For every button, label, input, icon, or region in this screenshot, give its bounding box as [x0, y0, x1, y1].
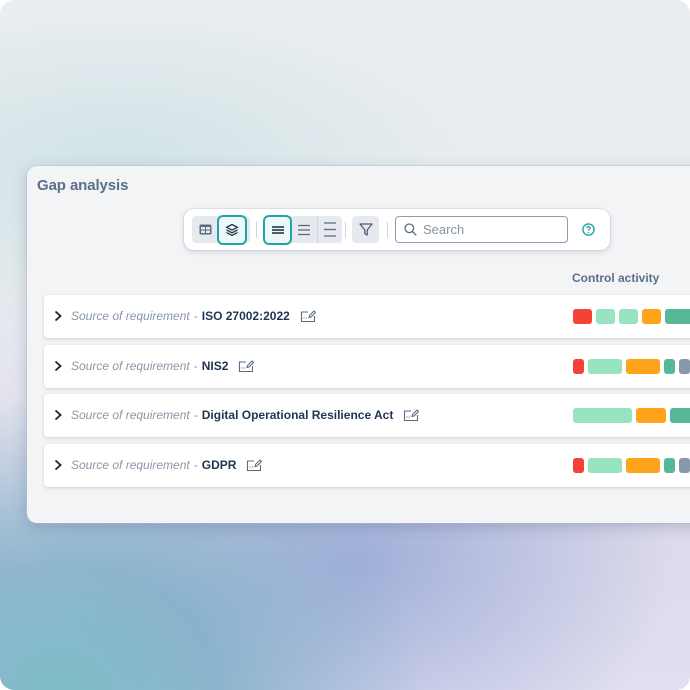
toolbar-divider	[345, 222, 346, 238]
edit-icon[interactable]	[246, 458, 263, 472]
status-segment-grey[interactable]	[679, 458, 690, 473]
status-segment-light-green[interactable]	[588, 359, 622, 374]
chevron-right-icon[interactable]	[53, 360, 63, 372]
chevron-right-icon[interactable]	[53, 409, 63, 421]
status-segment-light-green[interactable]	[573, 408, 632, 423]
gap-analysis-panel: Gap analysis Search Control activity Sou…	[27, 166, 690, 523]
table-icon	[199, 224, 211, 235]
edit-icon[interactable]	[403, 408, 420, 422]
search-icon	[404, 223, 417, 236]
control-activity-bar	[573, 309, 690, 324]
requirement-row[interactable]: Source of requirement - GDPR	[44, 444, 690, 487]
status-segment-orange[interactable]	[626, 359, 660, 374]
requirement-name: GDPR	[201, 458, 237, 472]
layers-view-button[interactable]	[217, 214, 247, 245]
requirement-separator: -	[193, 458, 198, 472]
status-segment-light-green[interactable]	[619, 309, 638, 324]
density-standard-button[interactable]	[291, 216, 316, 243]
status-segment-green[interactable]	[670, 408, 690, 423]
panel-title: Gap analysis	[37, 177, 129, 194]
status-segment-light-green[interactable]	[596, 309, 615, 324]
control-activity-bar	[573, 408, 690, 423]
column-header-control-activity: Control activity	[572, 271, 660, 285]
status-segment-orange[interactable]	[626, 458, 660, 473]
table-view-button[interactable]	[192, 216, 218, 243]
requirement-label: Source of requirement - ISO 27002:2022	[71, 309, 316, 323]
requirement-prefix: Source of requirement	[71, 309, 190, 323]
status-segment-red[interactable]	[573, 309, 592, 324]
status-segment-orange[interactable]	[642, 309, 661, 324]
requirement-name: NIS2	[201, 359, 229, 373]
toolbar	[184, 209, 610, 250]
filter-icon	[358, 223, 373, 236]
chevron-right-icon[interactable]	[53, 459, 63, 471]
chevron-right-icon[interactable]	[53, 310, 63, 322]
status-segment-green[interactable]	[665, 309, 690, 324]
filter-button-inner[interactable]	[352, 216, 379, 243]
status-segment-green[interactable]	[664, 458, 675, 473]
requirement-prefix: Source of requirement	[71, 458, 190, 472]
toolbar-divider	[387, 222, 388, 238]
requirement-label: Source of requirement - GDPR	[71, 458, 263, 472]
status-segment-red[interactable]	[573, 359, 584, 374]
status-segment-red[interactable]	[573, 458, 584, 473]
edit-icon[interactable]	[300, 309, 316, 323]
requirement-separator: -	[193, 408, 198, 422]
density-comfortable-icon	[323, 222, 336, 237]
control-activity-bar	[573, 359, 690, 374]
control-activity-bar	[573, 458, 690, 473]
density-compact-icon	[271, 225, 284, 234]
requirement-row[interactable]: Source of requirement - Digital Operationa…	[44, 394, 690, 437]
background: Gap analysis Search Control activity Sou…	[0, 0, 690, 690]
requirement-label: Source of requirement - Digital Operationa…	[71, 408, 420, 422]
density-standard-icon	[297, 224, 310, 235]
requirement-row[interactable]: Source of requirement - NIS2	[44, 345, 690, 388]
requirement-prefix: Source of requirement	[71, 408, 190, 422]
requirement-prefix: Source of requirement	[71, 359, 190, 373]
search-input[interactable]	[423, 222, 563, 237]
requirement-row[interactable]: Source of requirement - ISO 27002:2022	[44, 295, 690, 338]
status-segment-orange[interactable]	[636, 408, 666, 423]
toolbar-divider	[256, 222, 257, 238]
filter-button[interactable]	[352, 216, 379, 243]
search-field[interactable]	[395, 216, 568, 243]
status-segment-grey[interactable]	[679, 359, 690, 374]
status-segment-green[interactable]	[664, 359, 675, 374]
requirement-separator: -	[193, 359, 198, 373]
requirement-name: Digital Operational Resilience Act	[201, 408, 394, 422]
density-toggle-group	[263, 214, 342, 245]
density-compact-button[interactable]	[263, 214, 293, 245]
requirement-separator: -	[193, 309, 198, 323]
status-segment-light-green[interactable]	[588, 458, 622, 473]
help-icon[interactable]	[582, 223, 595, 236]
requirement-name: ISO 27002:2022	[201, 309, 290, 323]
edit-icon[interactable]	[238, 359, 255, 373]
layers-icon	[225, 223, 239, 236]
view-toggle-group	[192, 214, 250, 245]
density-comfortable-button[interactable]	[316, 216, 342, 243]
requirement-label: Source of requirement - NIS2	[71, 359, 255, 373]
